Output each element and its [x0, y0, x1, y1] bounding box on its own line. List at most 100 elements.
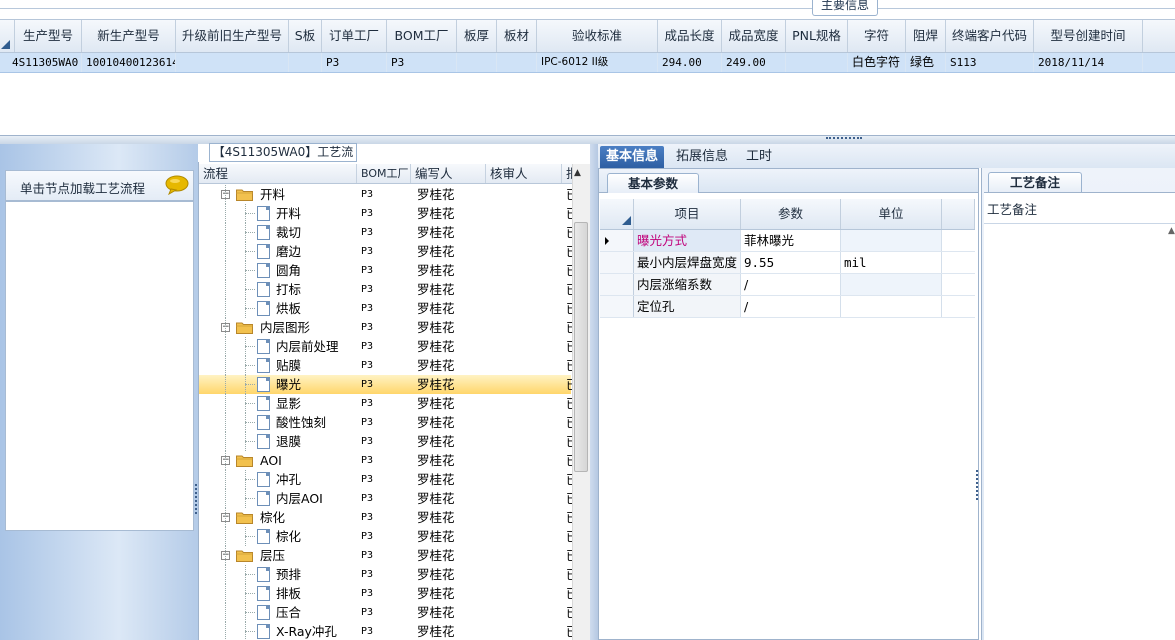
- col-header[interactable]: 验收标准: [537, 20, 658, 52]
- tab-work-hours[interactable]: 工时: [740, 146, 778, 168]
- cell[interactable]: [786, 53, 848, 72]
- col-header[interactable]: BOM工厂: [357, 164, 411, 183]
- chat-bubble-icon[interactable]: [164, 175, 190, 195]
- col-header[interactable]: 终端客户代码: [946, 20, 1034, 52]
- param-value[interactable]: /: [741, 296, 841, 317]
- param-value[interactable]: 9.55: [741, 252, 841, 273]
- tree-row[interactable]: 裁切P3罗桂花已: [199, 223, 572, 242]
- cell[interactable]: 294.00: [658, 53, 722, 72]
- tree-group-row[interactable]: −内层图形P3罗桂花已: [199, 318, 572, 337]
- col-header[interactable]: PNL规格: [786, 20, 848, 52]
- tree-row[interactable]: 棕化P3罗桂花已: [199, 527, 572, 546]
- tree-row[interactable]: 预排P3罗桂花已: [199, 565, 572, 584]
- col-header[interactable]: 单位: [841, 199, 942, 229]
- param-item[interactable]: 内层涨缩系数: [634, 274, 741, 295]
- cell[interactable]: [289, 53, 322, 72]
- param-row[interactable]: 内层涨缩系数 /: [600, 274, 975, 296]
- param-row[interactable]: 曝光方式 菲林曝光: [600, 230, 975, 252]
- col-header[interactable]: 新生产型号: [82, 20, 176, 52]
- col-header[interactable]: 订单工厂: [322, 20, 387, 52]
- row-indicator[interactable]: [600, 230, 634, 251]
- cell[interactable]: 249.00: [722, 53, 786, 72]
- param-item[interactable]: 曝光方式: [634, 230, 741, 251]
- param-unit[interactable]: [841, 230, 942, 251]
- col-header[interactable]: 生产型号: [15, 20, 82, 52]
- tree-row[interactable]: 冲孔P3罗桂花已: [199, 470, 572, 489]
- tree-row[interactable]: 圆角P3罗桂花已: [199, 261, 572, 280]
- tab-basic-params[interactable]: 基本参数: [607, 173, 699, 193]
- col-header[interactable]: 流程: [199, 164, 357, 183]
- param-row[interactable]: 最小内层焊盘宽度 9.55 mil: [600, 252, 975, 274]
- splitter-grip-icon[interactable]: [826, 137, 862, 140]
- tree-group-row[interactable]: −开料P3罗桂花已: [199, 185, 572, 204]
- cell[interactable]: 10010400123614: [82, 53, 176, 72]
- param-item[interactable]: 最小内层焊盘宽度: [634, 252, 741, 273]
- tree-row[interactable]: 打标P3罗桂花已: [199, 280, 572, 299]
- process-flow-tab[interactable]: 【4S11305WA0】工艺流程: [209, 143, 357, 176]
- col-header[interactable]: S板: [289, 20, 322, 52]
- param-unit[interactable]: [841, 274, 942, 295]
- grid-corner[interactable]: [600, 199, 634, 229]
- tab-basic-info[interactable]: 基本信息: [600, 146, 665, 168]
- table-row[interactable]: 4S11305WA0 10010400123614 P3 P3 IPC-6012…: [0, 53, 1175, 73]
- col-header[interactable]: 成品长度: [658, 20, 722, 52]
- tree-row[interactable]: 磨边P3罗桂花已: [199, 242, 572, 261]
- param-value[interactable]: 菲林曝光: [741, 230, 841, 251]
- param-value[interactable]: /: [741, 274, 841, 295]
- tree-row[interactable]: X-Ray冲孔P3罗桂花已: [199, 622, 572, 640]
- tree-row[interactable]: 排板P3罗桂花已: [199, 584, 572, 603]
- scroll-up-icon[interactable]: ▲: [574, 168, 581, 178]
- tree-row[interactable]: 曝光P3罗桂花已: [199, 375, 572, 394]
- param-unit[interactable]: mil: [841, 252, 942, 273]
- cell[interactable]: 绿色: [906, 53, 946, 72]
- row-indicator[interactable]: [600, 252, 634, 273]
- cell[interactable]: P3: [322, 53, 387, 72]
- param-row[interactable]: 定位孔 /: [600, 296, 975, 318]
- col-header[interactable]: 核审人: [486, 164, 562, 183]
- tree-row[interactable]: 酸性蚀刻P3罗桂花已: [199, 413, 572, 432]
- tree-group-row[interactable]: −棕化P3罗桂花已: [199, 508, 572, 527]
- main-info-tab[interactable]: 主要信息: [812, 0, 878, 16]
- tab-extended-info[interactable]: 拓展信息: [670, 146, 734, 168]
- tree-row[interactable]: 贴膜P3罗桂花已: [199, 356, 572, 375]
- col-header[interactable]: 参数: [741, 199, 841, 229]
- notes-textarea[interactable]: ▲: [984, 223, 1175, 640]
- cell[interactable]: IPC-6012 II级: [537, 53, 658, 72]
- splitter-grip-icon[interactable]: [976, 470, 979, 500]
- vertical-splitter[interactable]: [590, 144, 598, 640]
- tree-row[interactable]: 内层前处理P3罗桂花已: [199, 337, 572, 356]
- tree-group-row[interactable]: −AOIP3罗桂花已: [199, 451, 572, 470]
- cell[interactable]: 4S11305WA0: [8, 53, 82, 72]
- cell[interactable]: S113: [946, 53, 1034, 72]
- left-content-area[interactable]: [5, 201, 194, 531]
- col-header[interactable]: 项目: [634, 199, 741, 229]
- row-indicator[interactable]: [600, 274, 634, 295]
- cell[interactable]: 2018/11/14: [1034, 53, 1143, 72]
- horizontal-splitter[interactable]: [0, 135, 1175, 144]
- col-header[interactable]: 板厚: [457, 20, 497, 52]
- tab-process-notes[interactable]: 工艺备注: [988, 172, 1082, 192]
- col-header[interactable]: 型号创建时间: [1034, 20, 1143, 52]
- tree-row[interactable]: 烘板P3罗桂花已: [199, 299, 572, 318]
- cell[interactable]: [176, 53, 289, 72]
- cell[interactable]: P3: [387, 53, 457, 72]
- col-header[interactable]: 板材: [497, 20, 537, 52]
- tree-row[interactable]: 压合P3罗桂花已: [199, 603, 572, 622]
- tree-row[interactable]: 内层AOIP3罗桂花已: [199, 489, 572, 508]
- param-item[interactable]: 定位孔: [634, 296, 741, 317]
- col-header[interactable]: 升级前旧生产型号: [176, 20, 289, 52]
- scroll-up-icon[interactable]: ▲: [1168, 226, 1175, 236]
- cell[interactable]: [497, 53, 537, 72]
- col-header[interactable]: 阻焊: [906, 20, 946, 52]
- tree-row[interactable]: 退膜P3罗桂花已: [199, 432, 572, 451]
- col-header[interactable]: 编写人: [411, 164, 486, 183]
- tree-row[interactable]: 显影P3罗桂花已: [199, 394, 572, 413]
- col-header[interactable]: BOM工厂: [387, 20, 457, 52]
- row-indicator[interactable]: [600, 296, 634, 317]
- col-header[interactable]: 成品宽度: [722, 20, 786, 52]
- cell[interactable]: [457, 53, 497, 72]
- tree-row[interactable]: 开料P3罗桂花已: [199, 204, 572, 223]
- param-unit[interactable]: [841, 296, 942, 317]
- scrollbar-thumb[interactable]: [574, 222, 588, 472]
- cell[interactable]: 白色字符: [848, 53, 906, 72]
